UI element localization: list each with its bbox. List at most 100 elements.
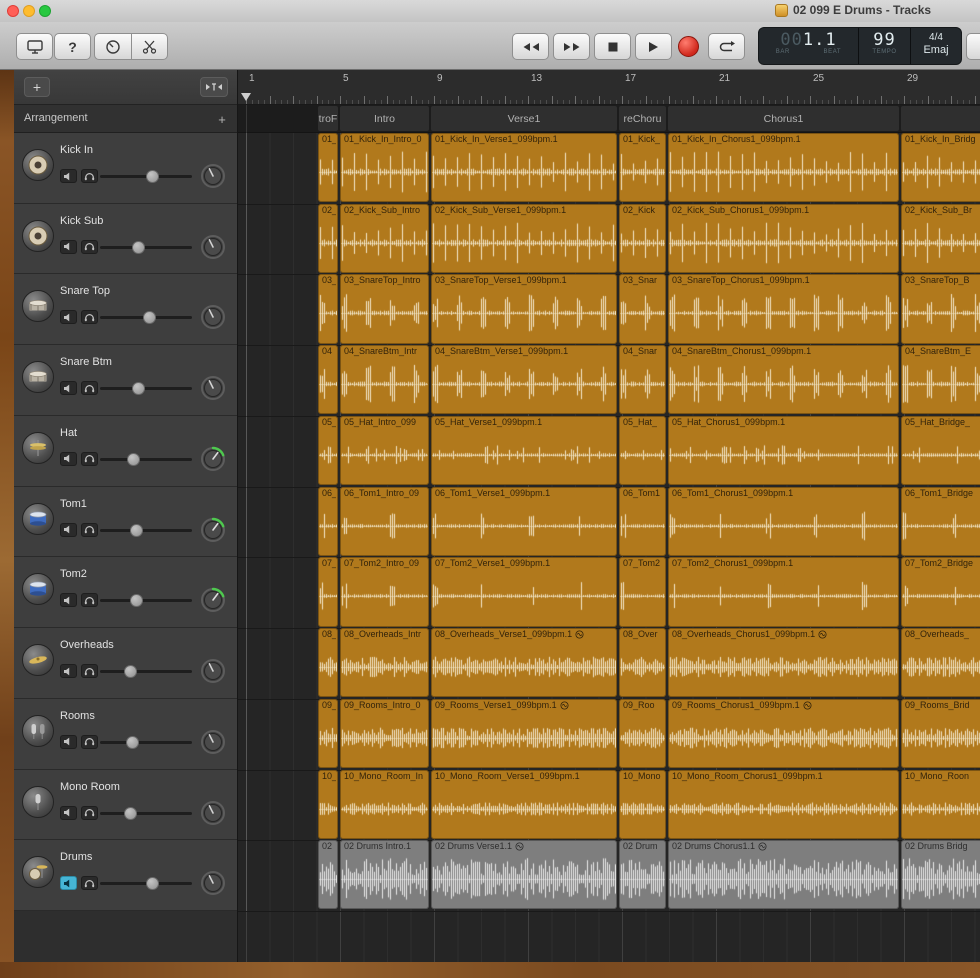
region[interactable]: 10_Mono_Room_Verse1_099bpm.1 [431, 770, 617, 839]
volume-slider[interactable] [100, 524, 192, 537]
volume-slider[interactable] [100, 382, 192, 395]
region[interactable]: 02 Drums Intro.1 [340, 840, 429, 909]
region[interactable]: 05_ [318, 416, 338, 485]
stop-button[interactable] [594, 33, 631, 60]
solo-button[interactable] [81, 169, 98, 183]
track-header-tom2[interactable]: Tom2 [14, 557, 237, 628]
pan-knob[interactable] [200, 304, 226, 330]
minimize-button[interactable] [23, 5, 35, 17]
bar-ruler[interactable]: 1591317212529 [238, 70, 980, 105]
region[interactable]: 03_ [318, 274, 338, 343]
solo-button[interactable] [81, 240, 98, 254]
arrangement-section[interactable]: Verse1 [431, 106, 617, 131]
track-header-mono-room[interactable]: Mono Room [14, 770, 237, 841]
record-button[interactable] [678, 36, 699, 57]
region[interactable]: 10_Mono_Room_In [340, 770, 429, 839]
region[interactable]: 02_Kick [619, 204, 666, 273]
volume-slider-thumb[interactable] [124, 807, 137, 820]
region[interactable]: 02 Drums Chorus1.1 [668, 840, 899, 909]
solo-button[interactable] [81, 452, 98, 466]
track-header-tom1[interactable]: Tom1 [14, 487, 237, 558]
volume-slider[interactable] [100, 877, 192, 890]
pan-knob[interactable] [200, 587, 226, 613]
region[interactable]: 05_Hat_ [619, 416, 666, 485]
volume-slider[interactable] [100, 665, 192, 678]
region[interactable]: 07_Tom2_Verse1_099bpm.1 [431, 557, 617, 626]
lcd-key-signature[interactable]: 4/4 Emaj [911, 28, 961, 64]
region[interactable]: 08_Overheads_Verse1_099bpm.1 [431, 628, 617, 697]
region[interactable]: 02 [318, 840, 338, 909]
volume-slider[interactable] [100, 594, 192, 607]
volume-slider-thumb[interactable] [130, 594, 143, 607]
region[interactable]: 01_Kick_In_Intro_0 [340, 133, 429, 202]
lcd-position[interactable]: 001.1 BARBEAT [759, 28, 859, 64]
region[interactable]: 09_Rooms_Chorus1_099bpm.1 [668, 699, 899, 768]
smart-controls-button[interactable] [94, 33, 131, 60]
region[interactable]: 09_Roo [619, 699, 666, 768]
pan-knob[interactable] [200, 234, 226, 260]
region[interactable]: 07_Tom2_Bridge [901, 557, 980, 626]
region[interactable]: 06_ [318, 487, 338, 556]
solo-button[interactable] [81, 523, 98, 537]
arrangement-section[interactable]: Chorus1 [668, 106, 899, 131]
mute-button[interactable] [60, 664, 77, 678]
region[interactable]: 02_Kick_Sub_Chorus1_099bpm.1 [668, 204, 899, 273]
track-header-snare-top[interactable]: Snare Top [14, 274, 237, 345]
volume-slider-thumb[interactable] [143, 311, 156, 324]
solo-button[interactable] [81, 310, 98, 324]
mute-button[interactable] [60, 310, 77, 324]
region[interactable]: 07_Tom2_Chorus1_099bpm.1 [668, 557, 899, 626]
volume-slider-thumb[interactable] [126, 736, 139, 749]
region[interactable]: 02_Kick_Sub_Verse1_099bpm.1 [431, 204, 617, 273]
region[interactable]: 01_Kick_In_Verse1_099bpm.1 [431, 133, 617, 202]
pan-knob[interactable] [200, 870, 226, 896]
quick-help-button[interactable]: ? [54, 33, 91, 60]
region[interactable]: 02 Drums Verse1.1 [431, 840, 617, 909]
zoom-button[interactable] [39, 5, 51, 17]
volume-slider-thumb[interactable] [127, 453, 140, 466]
track-header-kick-in[interactable]: Kick In [14, 133, 237, 204]
arrangement-section[interactable]: reChoru [619, 106, 666, 131]
region[interactable]: 02_ [318, 204, 338, 273]
solo-button[interactable] [81, 593, 98, 607]
region[interactable]: 04_SnareBtm_Intr [340, 345, 429, 414]
solo-button[interactable] [81, 735, 98, 749]
region[interactable]: 09_Rooms_Verse1_099bpm.1 [431, 699, 617, 768]
region[interactable]: 09_ [318, 699, 338, 768]
mute-button[interactable] [60, 169, 77, 183]
volume-slider-thumb[interactable] [146, 877, 159, 890]
region[interactable]: 10_Mono_Room_Chorus1_099bpm.1 [668, 770, 899, 839]
arrangement-section[interactable]: troF [318, 106, 338, 131]
volume-slider[interactable] [100, 807, 192, 820]
mute-button[interactable] [60, 381, 77, 395]
region[interactable]: 06_Tom1_Bridge [901, 487, 980, 556]
pan-knob[interactable] [200, 658, 226, 684]
pan-knob[interactable] [200, 729, 226, 755]
pan-knob[interactable] [200, 446, 226, 472]
volume-slider-thumb[interactable] [132, 241, 145, 254]
track-header-drums[interactable]: Drums [14, 840, 237, 911]
track-header-rooms[interactable]: Rooms [14, 699, 237, 770]
region[interactable]: 08_Overheads_Chorus1_099bpm.1 [668, 628, 899, 697]
region[interactable]: 04_SnareBtm_E [901, 345, 980, 414]
region[interactable]: 06_Tom1_Verse1_099bpm.1 [431, 487, 617, 556]
region[interactable]: 03_SnareTop_Intro [340, 274, 429, 343]
add-track-button[interactable]: + [24, 77, 50, 97]
region[interactable]: 07_ [318, 557, 338, 626]
region[interactable]: 03_SnareTop_Chorus1_099bpm.1 [668, 274, 899, 343]
pan-knob[interactable] [200, 163, 226, 189]
playhead-marker[interactable] [241, 93, 251, 101]
mute-button[interactable] [60, 876, 77, 890]
volume-slider[interactable] [100, 453, 192, 466]
track-header-kick-sub[interactable]: Kick Sub [14, 204, 237, 275]
editors-button[interactable] [131, 33, 168, 60]
region[interactable]: 10_ [318, 770, 338, 839]
master-volume-button-partial[interactable] [966, 33, 980, 60]
region[interactable]: 05_Hat_Bridge_ [901, 416, 980, 485]
solo-button[interactable] [81, 806, 98, 820]
track-header-hat[interactable]: Hat [14, 416, 237, 487]
track-header-overheads[interactable]: Overheads [14, 628, 237, 699]
region[interactable]: 08_Overheads_Intr [340, 628, 429, 697]
forward-button[interactable] [553, 33, 590, 60]
region[interactable]: 06_Tom1_Chorus1_099bpm.1 [668, 487, 899, 556]
